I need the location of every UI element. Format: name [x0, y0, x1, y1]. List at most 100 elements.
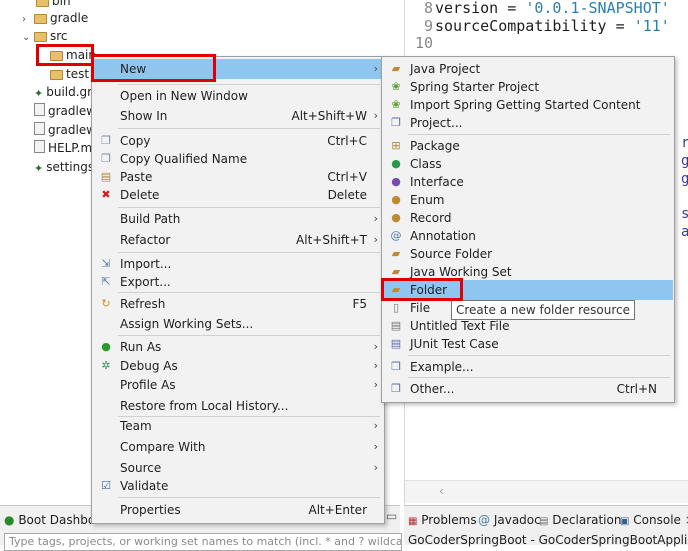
- filter-input[interactable]: Type tags, projects, or working set name…: [4, 533, 402, 551]
- submenu-item-spring-starter-project[interactable]: ❀ Spring Starter Project: [383, 77, 673, 97]
- submenu-arrow-icon: ›: [373, 212, 378, 225]
- submenu-arrow-icon: ›: [373, 109, 378, 122]
- code-string: '11': [633, 17, 670, 35]
- menu-separator: [118, 128, 380, 129]
- export-icon: ⇱: [101, 275, 111, 288]
- menu-item-refactor[interactable]: Refactor Alt+Shift+T ›: [93, 230, 383, 250]
- tree-item-settings-gradle[interactable]: ✦ settings: [34, 158, 94, 176]
- enum-icon: ●: [391, 193, 401, 206]
- tab-declaration[interactable]: ▤ Declaration: [539, 510, 621, 530]
- menu-separator: [118, 497, 380, 498]
- menu-item-new[interactable]: New ›: [93, 59, 383, 79]
- tree-item-main[interactable]: main: [50, 46, 96, 64]
- scroll-left-icon[interactable]: ‹: [439, 484, 444, 498]
- checkbox-checked-icon: ☑: [101, 479, 111, 492]
- submenu-arrow-icon: ›: [373, 378, 378, 391]
- menu-item-paste[interactable]: ▤ Paste Ctrl+V: [93, 167, 383, 187]
- menu-item-assign-working-sets[interactable]: Assign Working Sets...: [93, 314, 383, 334]
- spring-import-icon: ❀: [391, 98, 401, 111]
- tab-problems[interactable]: ▦ Problems: [408, 510, 477, 530]
- example-icon: ❐: [391, 360, 401, 373]
- submenu-item-example[interactable]: ❐ Example...: [383, 357, 673, 377]
- menu-item-import[interactable]: ⇲ Import...: [93, 254, 383, 274]
- menu-item-build-path[interactable]: Build Path ›: [93, 209, 383, 229]
- menu-item-copy-qualified-name[interactable]: ❐ Copy Qualified Name: [93, 149, 383, 169]
- submenu-item-package[interactable]: ⊞ Package: [383, 136, 673, 156]
- tree-item-build-gradle[interactable]: ✦ build.gra: [34, 83, 99, 101]
- submenu-arrow-icon: ›: [373, 461, 378, 474]
- code-text: sourceCompatibility =: [435, 17, 634, 35]
- submenu-item-folder[interactable]: ▰ Folder: [383, 280, 673, 300]
- folder-icon: [34, 14, 47, 24]
- menu-item-run-as[interactable]: ● Run As ›: [93, 337, 383, 357]
- submenu-item-annotation[interactable]: @ Annotation: [383, 226, 673, 246]
- menu-item-team[interactable]: Team ›: [93, 416, 383, 436]
- menu-separator: [118, 292, 380, 293]
- delete-icon: ✖: [101, 188, 111, 201]
- menu-item-properties[interactable]: Properties Alt+Enter: [93, 500, 383, 520]
- console-panel: ▦ Problems @ Javadoc ▤ Declaration ▣ Con…: [404, 505, 688, 547]
- interface-icon: ●: [391, 175, 401, 188]
- java-project-icon: ▰: [391, 62, 401, 75]
- problems-icon: ▦: [408, 516, 418, 527]
- menu-item-export[interactable]: ⇱ Export...: [93, 272, 383, 292]
- copy-icon: ❐: [101, 134, 111, 147]
- menu-item-restore-local-history[interactable]: Restore from Local History...: [93, 396, 383, 416]
- submenu-item-java-project[interactable]: ▰ Java Project: [383, 59, 673, 79]
- file-icon: [34, 122, 45, 135]
- menu-separator: [118, 335, 380, 336]
- code-fragment: s: [681, 206, 688, 222]
- submenu-item-interface[interactable]: ● Interface: [383, 172, 673, 192]
- other-wizard-icon: ❐: [391, 382, 401, 395]
- submenu-item-junit-test-case[interactable]: ▤ JUnit Test Case: [383, 334, 673, 354]
- submenu-item-other[interactable]: ❐ Other... Ctrl+N: [383, 379, 673, 399]
- new-project-icon: ❐: [391, 116, 401, 129]
- submenu-item-java-working-set[interactable]: ▰ Java Working Set: [383, 262, 673, 282]
- working-set-icon: ▰: [391, 265, 401, 278]
- submenu-item-import-spring-guide[interactable]: ❀ Import Spring Getting Started Content: [383, 95, 673, 115]
- submenu-arrow-icon: ›: [373, 233, 378, 246]
- menu-item-refresh[interactable]: ↻ Refresh F5: [93, 294, 383, 314]
- code-fragment: r: [681, 135, 688, 151]
- folder-tooltip: Create a new folder resource: [451, 300, 636, 320]
- menu-item-debug-as[interactable]: ✲ Debug As ›: [93, 356, 383, 376]
- tree-item-help-md[interactable]: HELP.m: [34, 139, 92, 157]
- refresh-icon: ↻: [101, 297, 111, 310]
- folder-icon: ▰: [391, 283, 401, 296]
- code-fragment: g: [681, 171, 688, 187]
- tree-item-gradlew-bat[interactable]: gradlew: [34, 121, 96, 139]
- menu-item-profile-as[interactable]: Profile As ›: [93, 375, 383, 395]
- menu-item-compare-with[interactable]: Compare With ›: [93, 437, 383, 457]
- tree-item-gradle[interactable]: › gradle: [22, 9, 88, 27]
- submenu-arrow-icon: ›: [373, 359, 378, 372]
- copy-qualified-name-icon: ❐: [101, 152, 111, 165]
- tree-item-gradlew[interactable]: gradlew: [34, 102, 96, 120]
- tab-console[interactable]: ▣ Console ×: [620, 510, 688, 530]
- debug-icon: ✲: [101, 359, 111, 372]
- submenu-item-class[interactable]: ● Class: [383, 154, 673, 174]
- submenu-item-source-folder[interactable]: ▰ Source Folder: [383, 244, 673, 264]
- submenu-item-record[interactable]: ● Record: [383, 208, 673, 228]
- folder-icon: [36, 0, 49, 7]
- submenu-item-project[interactable]: ❐ Project...: [383, 113, 673, 133]
- menu-item-show-in[interactable]: Show In Alt+Shift+W ›: [93, 106, 383, 126]
- minimize-icon[interactable]: ▭: [386, 509, 397, 523]
- submenu-arrow-icon: ›: [373, 62, 378, 75]
- submenu-arrow-icon: ›: [373, 340, 378, 353]
- tab-javadoc[interactable]: @ Javadoc: [478, 510, 541, 530]
- collapse-arrow-icon[interactable]: ⌄: [22, 29, 34, 47]
- menu-item-validate[interactable]: ☑ Validate: [93, 476, 383, 496]
- declaration-icon: ▤: [539, 516, 549, 527]
- gradle-file-icon: ✦: [34, 162, 44, 175]
- submenu-arrow-icon: ›: [373, 440, 378, 453]
- horizontal-scrollbar[interactable]: ‹: [405, 480, 688, 503]
- tree-item-src[interactable]: ⌄ src: [22, 27, 68, 45]
- menu-item-open-in-new-window[interactable]: Open in New Window: [93, 86, 383, 106]
- context-menu: New › Open in New Window Show In Alt+Shi…: [91, 56, 385, 524]
- tree-item-test[interactable]: test: [50, 65, 89, 83]
- submenu-item-enum[interactable]: ● Enum: [383, 190, 673, 210]
- gradle-file-icon: ✦: [34, 87, 44, 100]
- menu-item-copy[interactable]: ❐ Copy Ctrl+C: [93, 131, 383, 151]
- menu-item-source[interactable]: Source ›: [93, 458, 383, 478]
- menu-item-delete[interactable]: ✖ Delete Delete: [93, 185, 383, 205]
